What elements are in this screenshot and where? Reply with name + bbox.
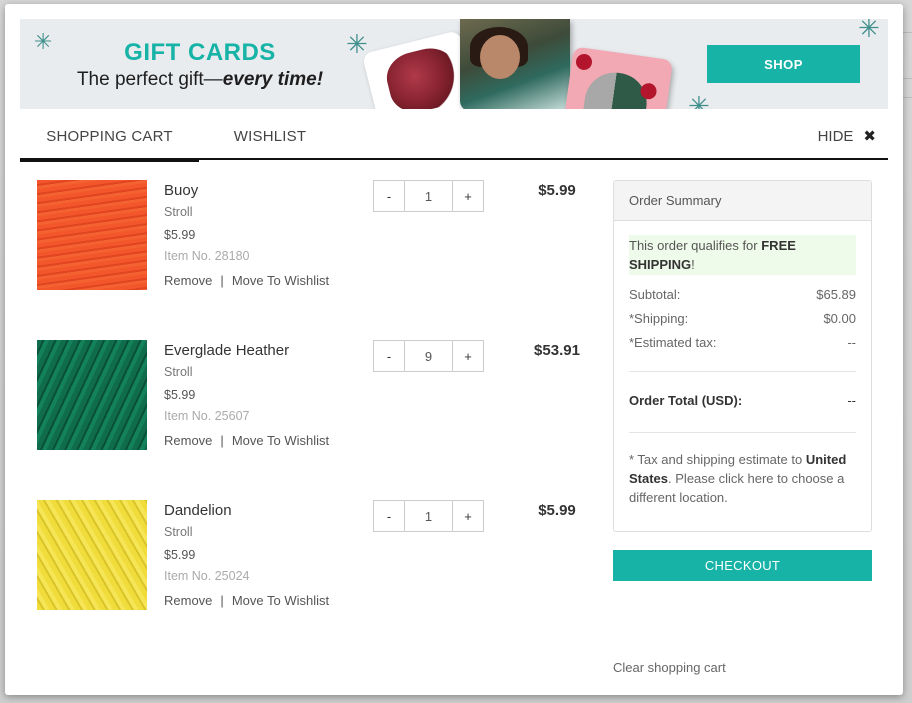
banner-subtitle-text: The perfect gift— xyxy=(76,69,223,90)
quantity-input[interactable] xyxy=(404,341,453,371)
action-separator: | xyxy=(220,273,224,288)
shipping-row: *Shipping: $0.00 xyxy=(629,307,856,331)
subtotal-value: $65.89 xyxy=(816,287,856,302)
background-divider xyxy=(902,32,912,33)
item-unit-price: $5.99 xyxy=(164,548,196,562)
free-shipping-prefix: This order qualifies for xyxy=(629,238,762,253)
cart-item: Dandelion Stroll $5.99 Item No. 25024 Re… xyxy=(37,500,597,615)
increase-quantity-button[interactable]: + xyxy=(453,341,483,371)
tab-wishlist[interactable]: WISHLIST xyxy=(230,117,310,160)
product-image[interactable] xyxy=(37,180,147,290)
banner-subtitle: The perfect gift—every time! xyxy=(20,69,380,91)
tax-shipping-note: * Tax and shipping estimate to United St… xyxy=(629,450,856,507)
decrease-quantity-button[interactable]: - xyxy=(374,181,404,211)
subtotal-label: Subtotal: xyxy=(629,287,681,302)
quantity-stepper: - + xyxy=(373,340,484,372)
close-icon: ✖ xyxy=(863,128,876,145)
action-separator: | xyxy=(220,433,224,448)
snowflake-icon: ✳ xyxy=(688,91,710,109)
order-summary: Order Summary This order qualifies for F… xyxy=(613,180,872,532)
clear-cart-link[interactable]: Clear shopping cart xyxy=(613,660,726,675)
move-to-wishlist-link[interactable]: Move To Wishlist xyxy=(232,433,329,448)
tax-label: *Estimated tax: xyxy=(629,335,717,350)
order-total-label: Order Total (USD): xyxy=(629,393,743,408)
tax-row: *Estimated tax: -- xyxy=(629,331,856,355)
remove-link[interactable]: Remove xyxy=(164,273,212,288)
item-line-total: $5.99 xyxy=(538,502,576,519)
note-prefix: * Tax and shipping estimate to xyxy=(629,452,806,467)
free-shipping-notice: This order qualifies for FREE SHIPPING! xyxy=(629,235,856,275)
item-info: Everglade Heather Stroll $5.99 Item No. … xyxy=(164,340,329,451)
item-unit-price: $5.99 xyxy=(164,388,196,402)
hide-label: HIDE xyxy=(817,128,854,145)
order-total-value: -- xyxy=(847,393,856,408)
item-name[interactable]: Dandelion xyxy=(164,500,329,522)
checkout-button[interactable]: CHECKOUT xyxy=(613,550,872,581)
increase-quantity-button[interactable]: + xyxy=(453,501,483,531)
item-sku: Item No. 28180 xyxy=(164,249,250,263)
move-to-wishlist-link[interactable]: Move To Wishlist xyxy=(232,273,329,288)
quantity-stepper: - + xyxy=(373,180,484,212)
item-name[interactable]: Everglade Heather xyxy=(164,340,329,362)
banner-subtitle-emphasis: every time! xyxy=(222,69,324,90)
order-total-row: Order Total (USD): -- xyxy=(629,372,856,432)
cart-modal: ✳ ✳ ✳ ✳ GIFT CARDS The perfect gift—ever… xyxy=(5,4,903,695)
item-actions: Remove | Move To Wishlist xyxy=(164,428,329,451)
product-image[interactable] xyxy=(37,340,147,450)
tab-shopping-cart[interactable]: SHOPPING CART xyxy=(20,117,199,162)
item-sku: Item No. 25024 xyxy=(164,569,250,583)
order-summary-title: Order Summary xyxy=(614,181,871,221)
cart-tabs: SHOPPING CART WISHLIST HIDE ✖ xyxy=(20,117,888,162)
item-info: Dandelion Stroll $5.99 Item No. 25024 Re… xyxy=(164,500,329,611)
decrease-quantity-button[interactable]: - xyxy=(374,341,404,371)
banner-title: GIFT CARDS xyxy=(124,39,276,66)
item-line: Stroll xyxy=(164,205,193,219)
item-actions: Remove | Move To Wishlist xyxy=(164,268,329,291)
shipping-label: *Shipping: xyxy=(629,311,689,326)
decrease-quantity-button[interactable]: - xyxy=(374,501,404,531)
item-actions: Remove | Move To Wishlist xyxy=(164,588,329,611)
item-name[interactable]: Buoy xyxy=(164,180,329,202)
remove-link[interactable]: Remove xyxy=(164,433,212,448)
free-shipping-suffix: ! xyxy=(691,257,695,272)
item-sku: Item No. 25607 xyxy=(164,409,250,423)
cart-item: Everglade Heather Stroll $5.99 Item No. … xyxy=(37,340,597,455)
quantity-input[interactable] xyxy=(404,181,453,211)
item-line-total: $5.99 xyxy=(538,182,576,199)
tax-value: -- xyxy=(847,335,856,350)
item-info: Buoy Stroll $5.99 Item No. 28180 Remove |… xyxy=(164,180,329,291)
cart-item: Buoy Stroll $5.99 Item No. 28180 Remove |… xyxy=(37,180,597,295)
subtotal-row: Subtotal: $65.89 xyxy=(629,283,856,307)
item-unit-price: $5.99 xyxy=(164,228,196,242)
remove-link[interactable]: Remove xyxy=(164,593,212,608)
shop-button[interactable]: SHOP xyxy=(707,45,860,83)
snowflake-icon: ✳ xyxy=(858,19,880,43)
quantity-input[interactable] xyxy=(404,501,453,531)
item-line: Stroll xyxy=(164,525,193,539)
background-divider xyxy=(902,78,912,79)
shipping-value: $0.00 xyxy=(823,311,856,326)
hide-button[interactable]: HIDE ✖ xyxy=(818,117,876,160)
background-divider xyxy=(902,97,912,98)
summary-divider xyxy=(629,432,856,433)
quantity-stepper: - + xyxy=(373,500,484,532)
gift-card-image-hat xyxy=(562,46,674,109)
move-to-wishlist-link[interactable]: Move To Wishlist xyxy=(232,593,329,608)
product-image[interactable] xyxy=(37,500,147,610)
gift-card-banner[interactable]: ✳ ✳ ✳ ✳ GIFT CARDS The perfect gift—ever… xyxy=(20,19,888,109)
item-line-total: $53.91 xyxy=(534,342,580,359)
order-summary-body: This order qualifies for FREE SHIPPING! … xyxy=(614,221,871,507)
gift-card-image-sweater xyxy=(460,19,570,109)
increase-quantity-button[interactable]: + xyxy=(453,181,483,211)
item-line: Stroll xyxy=(164,365,193,379)
action-separator: | xyxy=(220,593,224,608)
